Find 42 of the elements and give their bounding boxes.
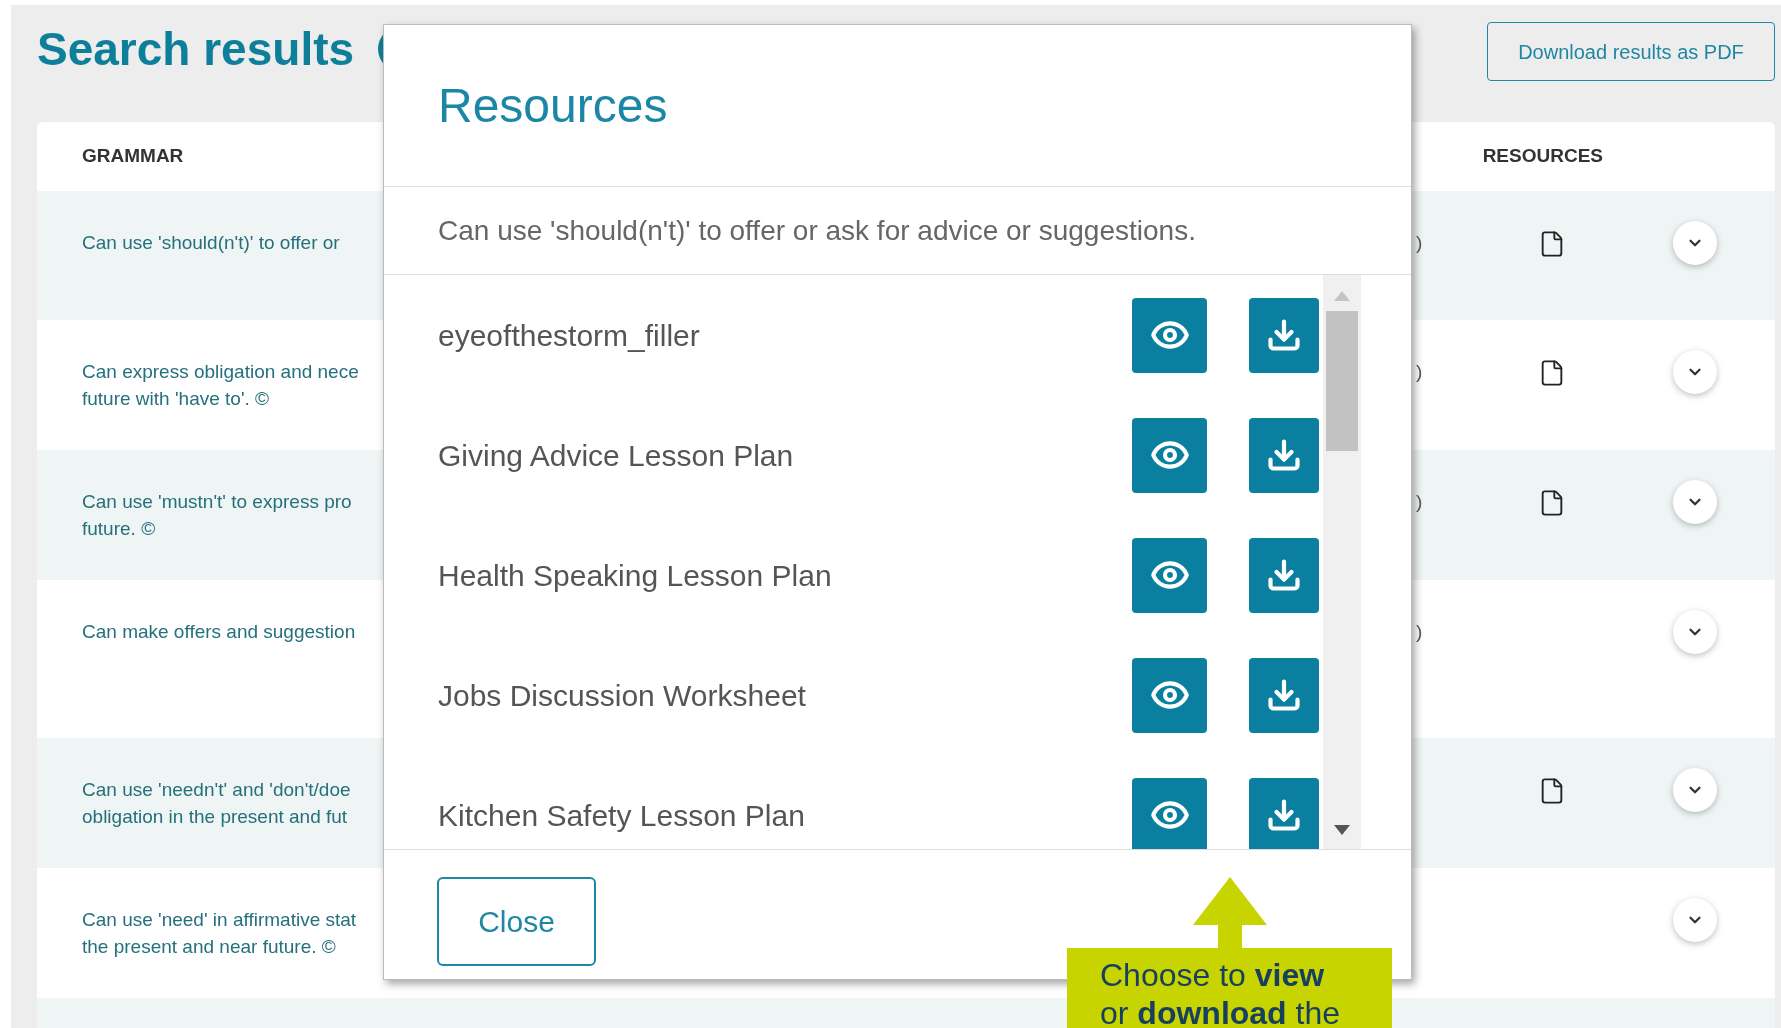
download-icon <box>1266 797 1302 833</box>
download-icon <box>1266 557 1302 593</box>
table-cell-text: Can use 'need' in affirmative stat the present and near future. © <box>82 908 357 959</box>
view-button[interactable] <box>1132 777 1207 849</box>
resource-name: Giving Advice Lesson Plan <box>438 437 794 474</box>
table-cell-text: Can use 'needn't' and 'don't/doe obligation in the present and fut <box>82 778 351 829</box>
callout-text: Choose to view <box>1100 956 1326 994</box>
view-button[interactable] <box>1132 537 1207 613</box>
page-title: Search results <box>37 22 355 77</box>
scrollbar-thumb[interactable] <box>1326 311 1358 451</box>
resource-name: eyeofthestorm_filler <box>438 317 700 354</box>
download-button[interactable] <box>1249 777 1319 849</box>
download-icon <box>1266 437 1302 473</box>
scroll-down-icon[interactable] <box>1334 825 1350 835</box>
table-cell-text: Can make offers and suggestion <box>82 620 356 644</box>
download-button[interactable] <box>1249 657 1319 733</box>
view-button[interactable] <box>1132 297 1207 373</box>
resource-name: Health Speaking Lesson Plan <box>438 557 832 594</box>
table-cell-text: Can express obligation and nece future with 'have to'. © <box>82 360 359 411</box>
scrollbar[interactable] <box>1323 275 1361 849</box>
close-button[interactable]: Close <box>437 877 596 966</box>
table-cell-text: ) <box>1416 231 1424 255</box>
resource-name: Kitchen Safety Lesson Plan <box>438 797 805 834</box>
dialog-title: Resources <box>438 77 668 134</box>
table-cell-text: ) <box>1416 620 1424 644</box>
view-button[interactable] <box>1132 417 1207 493</box>
download-button[interactable] <box>1249 537 1319 613</box>
table-cell-text: ) <box>1416 490 1424 514</box>
callout-text: or download the <box>1100 994 1342 1028</box>
column-header: GRAMMAR <box>82 144 184 169</box>
table-cell-text: Can use 'mustn't' to express pro future. © <box>82 490 352 541</box>
view-button[interactable] <box>1132 657 1207 733</box>
download-button[interactable] <box>1249 297 1319 373</box>
download-button[interactable] <box>1249 417 1319 493</box>
table-cell-text: ) <box>1416 360 1424 384</box>
dialog-subtitle: Can use 'should(n't)' to offer or ask for advice or suggestions. <box>438 213 1196 248</box>
resource-name: Jobs Discussion Worksheet <box>438 677 806 714</box>
download-icon <box>1266 677 1302 713</box>
table-cell-text: Can use 'should(n't)' to offer or <box>82 231 340 255</box>
column-header: RESOURCES <box>1482 144 1603 169</box>
download-icon <box>1266 317 1302 353</box>
download-pdf-button[interactable]: Download results as PDF <box>1487 22 1775 81</box>
